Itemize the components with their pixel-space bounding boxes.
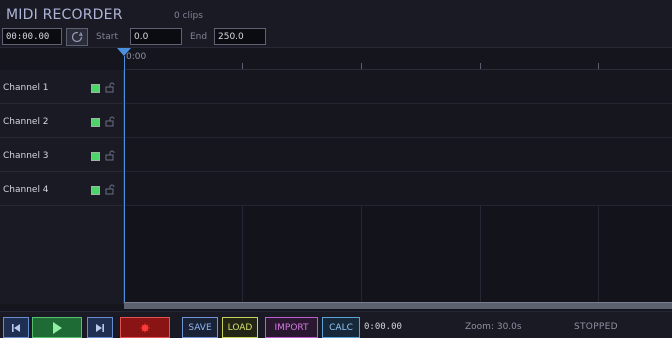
calc-button[interactable]: CALC <box>322 317 360 338</box>
track-row[interactable]: Channel 1 <box>0 70 124 104</box>
end-label: End <box>190 32 208 42</box>
loop-icon <box>71 31 83 43</box>
transport-bar: SAVE LOAD IMPORT CALC 0:00.00 Zoom: 30.0… <box>0 311 672 338</box>
ruler-tick <box>480 63 481 69</box>
track-enable-toggle[interactable] <box>91 152 100 161</box>
track-name: Channel 2 <box>3 117 49 127</box>
status-label: STOPPED <box>574 322 618 332</box>
track-enable-toggle[interactable] <box>91 84 100 93</box>
play-icon <box>53 321 62 334</box>
track-lanes[interactable] <box>125 70 672 304</box>
grid-line <box>480 206 481 304</box>
lock-icon[interactable] <box>105 82 115 93</box>
app-title: MIDI RECORDER <box>6 7 123 23</box>
track-row[interactable]: Channel 3 <box>0 138 124 172</box>
end-input[interactable] <box>214 28 266 45</box>
ruler-tick <box>361 63 362 69</box>
timeline-ruler[interactable]: 0:00 <box>124 48 672 70</box>
header: MIDI RECORDER 0 clips Start End <box>0 0 672 48</box>
track-enable-toggle[interactable] <box>91 186 100 195</box>
loop-button[interactable] <box>66 28 88 46</box>
skip-back-button[interactable] <box>3 317 29 338</box>
track-row[interactable]: Channel 2 <box>0 104 124 138</box>
transport-time: 0:00.00 <box>364 322 402 332</box>
play-button[interactable] <box>32 317 82 338</box>
horizontal-scrollbar[interactable] <box>124 302 672 309</box>
record-button[interactable] <box>120 317 170 338</box>
track-name: Channel 4 <box>3 185 49 195</box>
lock-icon[interactable] <box>105 150 115 161</box>
track-lane[interactable] <box>125 172 672 206</box>
playhead-line <box>124 56 125 306</box>
track-lane[interactable] <box>125 138 672 172</box>
ruler-tick <box>598 63 599 69</box>
start-label: Start <box>96 32 118 42</box>
save-button[interactable]: SAVE <box>182 317 218 338</box>
time-field[interactable] <box>2 28 62 45</box>
track-lane[interactable] <box>125 70 672 104</box>
skip-forward-button[interactable] <box>87 317 113 338</box>
track-name: Channel 3 <box>3 151 49 161</box>
track-list: Channel 1 Channel 2 Channel 3 Channel 4 <box>0 70 124 304</box>
start-input[interactable] <box>130 28 182 45</box>
record-icon <box>140 323 150 332</box>
clip-count: 0 clips <box>174 11 203 21</box>
lock-icon[interactable] <box>105 116 115 127</box>
playhead-marker[interactable] <box>117 48 131 56</box>
load-button[interactable]: LOAD <box>222 317 258 338</box>
track-name: Channel 1 <box>3 83 49 93</box>
lock-icon[interactable] <box>105 184 115 195</box>
zoom-label: Zoom: 30.0s <box>465 322 522 332</box>
grid-line <box>242 206 243 304</box>
grid-line <box>361 206 362 304</box>
grid-line <box>598 206 599 304</box>
skip-back-icon <box>12 323 20 332</box>
track-enable-toggle[interactable] <box>91 118 100 127</box>
track-lane[interactable] <box>125 104 672 138</box>
track-row[interactable]: Channel 4 <box>0 172 124 206</box>
skip-forward-icon <box>96 323 104 332</box>
import-button[interactable]: IMPORT <box>265 317 318 338</box>
ruler-tick <box>242 63 243 69</box>
